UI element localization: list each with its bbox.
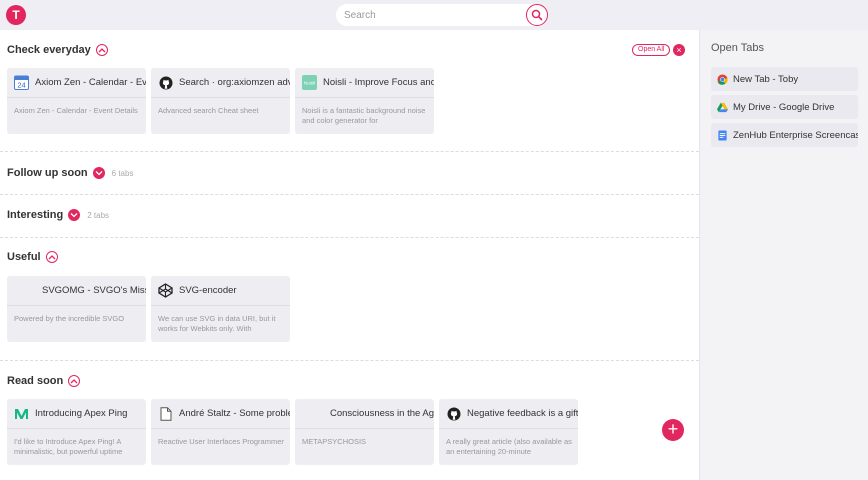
card-header: 24 Axiom Zen - Calendar - Event Details: [7, 68, 146, 98]
open-tabs-sidebar: Open Tabs New Tab - Toby My Drive - Goog…: [699, 30, 868, 480]
expand-toggle[interactable]: [68, 209, 81, 221]
tab-card[interactable]: 24 Axiom Zen - Calendar - Event Details …: [7, 68, 146, 134]
top-bar: T: [0, 0, 868, 30]
chrome-icon: [717, 73, 728, 85]
collections-panel: Check everyday Open All × 24 Axiom Zen -…: [0, 30, 699, 480]
card-title: SVG-encoder: [179, 285, 237, 296]
collapse-toggle[interactable]: [68, 375, 81, 387]
svg-text:Noisli: Noisli: [304, 81, 315, 86]
sidebar-title: Open Tabs: [711, 42, 765, 54]
tab-card[interactable]: Search · org:axiomzen advanced Advanced …: [151, 68, 290, 134]
card-description: Noisli is a fantastic background noise a…: [302, 106, 426, 125]
open-tab-label: New Tab - Toby: [733, 73, 799, 85]
open-tab-item[interactable]: New Tab - Toby: [711, 67, 858, 91]
card-description: Reactive User Interfaces Programmer: [158, 437, 284, 446]
card-title: Negative feedback is a gift: [467, 408, 578, 419]
tab-card[interactable]: SVGOMG - SVGO's Missing GUI Powered by t…: [7, 276, 146, 342]
card-header: Introducing Apex Ping: [7, 399, 146, 429]
collection-title: Follow up soon: [7, 167, 88, 179]
noisli-icon: Noisli: [302, 75, 317, 90]
card-header: Consciousness in the Age: [295, 399, 434, 429]
chevron-down-icon: [95, 171, 103, 176]
collection-header: Read soon: [7, 374, 81, 388]
card-title: Consciousness in the Age: [330, 408, 434, 419]
tab-card[interactable]: André Staltz - Some problems Reactive Us…: [151, 399, 290, 465]
github-icon: [446, 406, 461, 421]
chevron-down-icon: [70, 213, 78, 218]
card-header: Search · org:axiomzen advanced: [151, 68, 290, 98]
google-docs-icon: [718, 129, 727, 141]
delete-collection-button[interactable]: ×: [673, 44, 685, 56]
collection-header: Interesting 2 tabs: [7, 208, 109, 222]
card-title: Axiom Zen - Calendar - Event Details: [35, 77, 146, 88]
card-title: Search · org:axiomzen advanced: [179, 77, 290, 88]
expand-toggle[interactable]: [92, 167, 105, 179]
close-icon: ×: [676, 45, 682, 55]
tab-card[interactable]: Introducing Apex Ping I'd like to Introd…: [7, 399, 146, 465]
blank-favicon-icon: [14, 283, 36, 298]
card-header: SVGOMG - SVGO's Missing GUI: [7, 276, 146, 306]
card-header: Noisli Noisli - Improve Focus and Boost …: [295, 68, 434, 98]
card-description: Advanced search Cheat sheet: [158, 106, 259, 115]
card-title: Introducing Apex Ping: [35, 408, 128, 419]
open-all-button[interactable]: Open All: [632, 44, 671, 56]
open-tab-label: My Drive - Google Drive: [733, 101, 835, 113]
collection-header: Follow up soon 6 tabs: [7, 166, 133, 180]
google-drive-icon: [717, 102, 728, 112]
codepen-icon: [158, 283, 173, 298]
collection-title: Interesting: [7, 209, 64, 221]
card-description: We can use SVG in data URI, but it works…: [158, 314, 276, 333]
card-title: SVGOMG - SVGO's Missing GUI: [42, 285, 146, 296]
search-icon: [531, 9, 543, 21]
card-description: METAPSYCHOSIS: [302, 437, 367, 446]
tab-card[interactable]: SVG-encoder We can use SVG in data URI, …: [151, 276, 290, 342]
section-divider: [0, 360, 699, 361]
open-tab-item[interactable]: My Drive - Google Drive: [711, 95, 858, 119]
card-description: Powered by the incredible SVGO: [14, 314, 125, 323]
tab-card[interactable]: Negative feedback is a gift A really gre…: [439, 399, 578, 465]
search-input[interactable]: [344, 7, 520, 23]
collection-title: Check everyday: [7, 44, 91, 56]
search-button[interactable]: [526, 4, 548, 26]
card-header: Negative feedback is a gift: [439, 399, 578, 429]
search-box: [336, 4, 548, 26]
svg-text:24: 24: [17, 81, 25, 90]
document-icon: [158, 406, 173, 421]
chevron-up-icon: [48, 255, 56, 260]
open-tab-item[interactable]: ZenHub Enterprise Screencast: [711, 123, 858, 147]
card-title: André Staltz - Some problems: [179, 408, 290, 419]
section-divider: [0, 194, 699, 195]
collection-header: Check everyday: [7, 43, 108, 57]
card-description: A really great article (also available a…: [446, 437, 572, 456]
tab-count: 2 tabs: [87, 210, 110, 220]
add-collection-button[interactable]: +: [662, 419, 684, 441]
collection-header: Useful: [7, 250, 58, 264]
collection-title: Useful: [7, 251, 41, 263]
section-divider: [0, 151, 699, 152]
tab-card[interactable]: Noisli Noisli - Improve Focus and Boost …: [295, 68, 434, 134]
tab-count: 6 tabs: [111, 168, 134, 178]
tab-card[interactable]: Consciousness in the Age METAPSYCHOSIS: [295, 399, 434, 465]
chevron-up-icon: [98, 48, 106, 53]
card-description: Axiom Zen - Calendar - Event Details: [14, 106, 138, 115]
card-description: I'd like to Introduce Apex Ping! A minim…: [14, 437, 123, 456]
card-header: André Staltz - Some problems: [151, 399, 290, 429]
toby-logo[interactable]: T: [6, 5, 26, 25]
card-title: Noisli - Improve Focus and Boost Product…: [323, 77, 434, 88]
open-tab-label: ZenHub Enterprise Screencast: [733, 129, 858, 141]
collection-title: Read soon: [7, 375, 64, 387]
calendar-icon: 24: [14, 75, 29, 90]
plus-icon: +: [667, 419, 679, 439]
medium-icon: [14, 406, 29, 421]
blank-favicon-icon: [302, 406, 324, 421]
section-divider: [0, 237, 699, 238]
chevron-up-icon: [70, 379, 78, 384]
github-icon: [158, 75, 173, 90]
collapse-toggle[interactable]: [95, 44, 108, 56]
collapse-toggle[interactable]: [45, 251, 58, 263]
card-header: SVG-encoder: [151, 276, 290, 306]
